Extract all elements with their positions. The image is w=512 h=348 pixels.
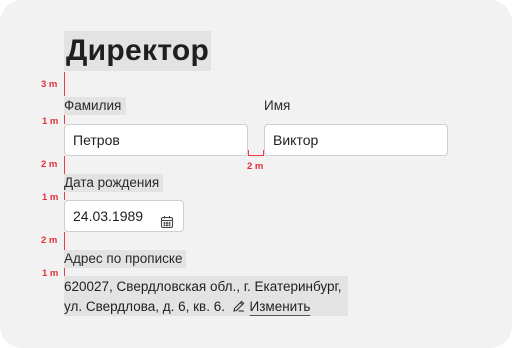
spacing-marker-line — [64, 192, 65, 200]
spacing-marker-label: 2 m — [41, 159, 58, 170]
spacing-marker-line — [64, 72, 65, 96]
spacing-marker-line — [64, 115, 65, 124]
first-name-label: Имя — [264, 98, 291, 113]
address-line-2-row: ул. Свердлова, д. 6, кв. 6. Изменить — [64, 295, 310, 319]
spacing-marker-label: 1 m — [42, 116, 59, 127]
spacing-marker-line — [64, 232, 65, 250]
spacing-marker-label: 1 m — [42, 192, 59, 203]
first-name-input[interactable]: Виктор — [264, 124, 448, 156]
spacing-marker-line — [248, 155, 264, 156]
last-name-input[interactable]: Петров — [64, 124, 248, 156]
last-name-label: Фамилия — [64, 97, 126, 115]
birth-date-input[interactable]: 24.03.1989 — [64, 200, 184, 232]
spacing-marker-label: 2 m — [41, 235, 58, 246]
edit-address-link[interactable]: Изменить — [250, 299, 311, 314]
spacing-marker-line — [263, 150, 264, 156]
spacing-marker-label: 3 m — [41, 79, 58, 90]
pencil-icon[interactable] — [232, 297, 246, 312]
spacing-marker-label: 2 m — [247, 161, 264, 172]
calendar-icon[interactable] — [160, 209, 174, 239]
birth-date-label: Дата рождения — [64, 174, 163, 192]
spacing-marker-line — [64, 156, 65, 174]
spacing-marker-line — [248, 150, 249, 156]
form-card: Директор 3 m Фамилия 1 m Петров Имя Викт… — [0, 0, 512, 348]
spacing-marker-label: 1 m — [42, 268, 59, 279]
address-line-2: ул. Свердлова, д. 6, кв. 6. — [64, 299, 225, 314]
birth-date-value: 24.03.1989 — [73, 208, 144, 224]
page-title: Директор — [64, 31, 212, 71]
address-label: Адрес по прописке — [64, 250, 186, 268]
